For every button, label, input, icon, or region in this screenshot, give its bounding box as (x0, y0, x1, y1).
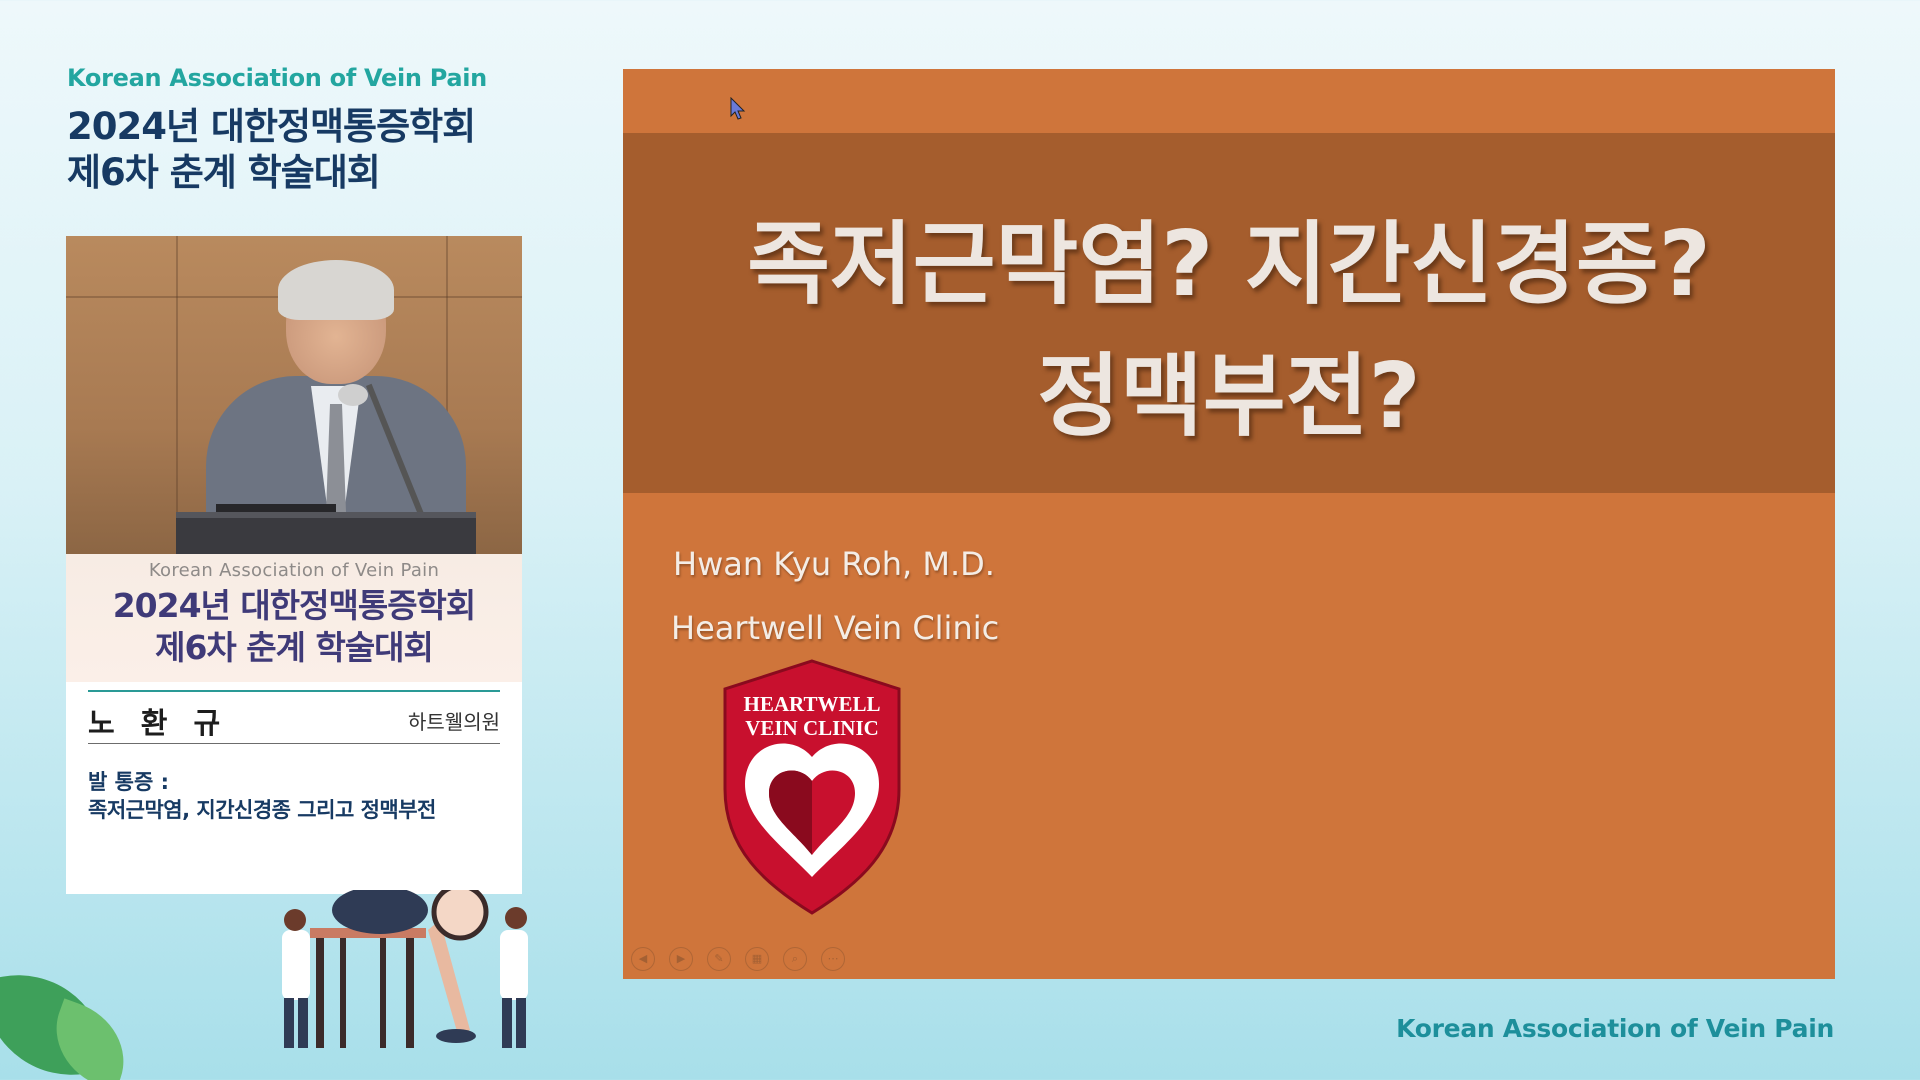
speaker-card-title-line1: 2024년 대한정맥통증학회 (112, 586, 477, 625)
conference-org: Korean Association of Vein Pain (67, 64, 487, 92)
speaker-card-title: 2024년 대한정맥통증학회 제6차 춘계 학술대회 (66, 585, 522, 669)
speaker-card-org: Korean Association of Vein Pain (148, 560, 440, 581)
logo-text-line1: HEARTWELL (744, 692, 881, 716)
slide-clinic: Heartwell Vein Clinic (671, 609, 1000, 647)
slide-author: Hwan Kyu Roh, M.D. (673, 545, 995, 583)
doctors-illustration (282, 890, 528, 1048)
topic-label: 발 통증 : (88, 770, 169, 794)
conference-title-line2: 제6차 춘계 학술대회 (67, 151, 381, 194)
heartwell-logo: HEARTWELL VEIN CLINIC (723, 659, 901, 915)
podium (176, 512, 476, 554)
slide-controls: ◀ ▶ ✎ ▦ ⌕ ⋯ (631, 947, 845, 971)
next-icon[interactable]: ▶ (669, 947, 693, 971)
speaker-name: 노 환 규 (88, 706, 229, 740)
conference-title: 2024년 대한정맥통증학회 제6차 춘계 학술대회 (67, 104, 476, 196)
microphone-icon (338, 384, 368, 406)
pen-icon[interactable]: ✎ (707, 947, 731, 971)
footer-org: Korean Association of Vein Pain (1396, 1014, 1834, 1043)
presentation-slide: 족저근막염? 지간신경종? 정맥부전? Hwan Kyu Roh, M.D. H… (623, 69, 1835, 979)
zoom-icon[interactable]: ⌕ (783, 947, 807, 971)
slide-title: 족저근막염? 지간신경종? 정맥부전? (623, 199, 1835, 463)
speaker-card: Korean Association of Vein Pain 2024년 대한… (66, 236, 522, 894)
topic-text: 족저근막염, 지간신경종 그리고 정맥부전 (88, 798, 436, 822)
wall-line (176, 236, 178, 554)
speaker-name-row: 노 환 규 하트웰의원 (88, 690, 500, 744)
decorative-illustration (0, 890, 620, 1080)
speaker-card-title-line2: 제6차 춘계 학술대회 (155, 628, 434, 667)
logo-text-line2: VEIN CLINIC (745, 716, 879, 740)
conference-title-line1: 2024년 대한정맥통증학회 (67, 105, 476, 148)
slide-title-line2: 정맥부전? (1037, 344, 1421, 449)
speaker-affiliation: 하트웰의원 (408, 710, 500, 734)
more-icon[interactable]: ⋯ (821, 947, 845, 971)
mouse-cursor-icon (730, 97, 746, 120)
speaker-hair (278, 260, 394, 320)
slide-title-line1: 족저근막염? 지간신경종? (747, 212, 1711, 317)
slides-icon[interactable]: ▦ (745, 947, 769, 971)
speaker-video (66, 236, 522, 554)
prev-icon[interactable]: ◀ (631, 947, 655, 971)
speaker-title-box: Korean Association of Vein Pain 2024년 대한… (66, 554, 522, 682)
